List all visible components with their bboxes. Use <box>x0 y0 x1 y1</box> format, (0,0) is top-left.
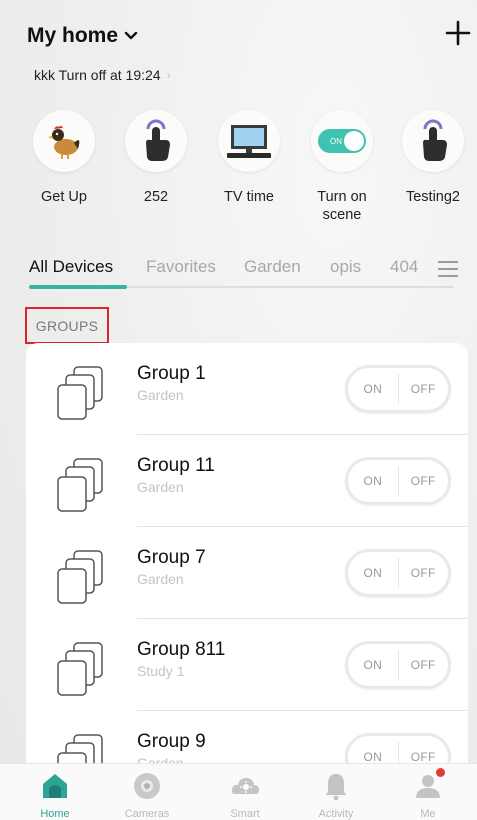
tab-404[interactable]: 404 <box>390 257 418 277</box>
group-icon <box>57 642 103 696</box>
nav-label: Activity <box>318 808 354 820</box>
scene-icon-circle <box>218 110 280 172</box>
group-room: Garden <box>137 571 184 587</box>
group-list: Group 1 Garden ON OFF Group 11 Garden ON… <box>26 343 468 763</box>
nav-cameras[interactable]: Cameras <box>107 764 187 820</box>
on-off-toggle: ON OFF <box>345 549 451 597</box>
off-button[interactable]: OFF <box>399 658 449 672</box>
section-title-groups: GROUPS <box>25 307 109 344</box>
nav-activity[interactable]: Activity <box>296 764 376 820</box>
group-row[interactable]: Group 1 Garden ON OFF <box>26 343 468 435</box>
bell-icon <box>325 774 347 801</box>
on-button[interactable]: ON <box>348 382 398 396</box>
scene-label: Turn on scene <box>317 189 367 223</box>
on-off-toggle: ON OFF <box>345 365 451 413</box>
camera-icon <box>134 773 160 799</box>
group-room: Garden <box>137 755 184 763</box>
home-name: My home <box>27 24 119 47</box>
scene-label: Get Up <box>41 189 87 205</box>
scene-shortcuts: Get Up 252 TV time ON Turn on scene Test… <box>0 110 477 240</box>
scene-252[interactable]: 252 <box>114 110 198 206</box>
scene-icon-circle <box>402 110 464 172</box>
scene-tv-time[interactable]: TV time <box>207 110 291 206</box>
group-name: Group 811 <box>137 639 226 660</box>
header: My home kkk Turn off at 19:24 › <box>0 0 477 100</box>
tap-hand-icon <box>146 119 170 161</box>
menu-icon[interactable] <box>437 260 459 278</box>
toggle-on-icon: ON <box>318 129 366 153</box>
group-name: Group 9 <box>137 731 206 752</box>
add-icon[interactable] <box>445 20 471 46</box>
room-tabs: All Devices Favorites Garden opis 404 <box>0 248 477 292</box>
toggle-on-text: ON <box>330 137 342 146</box>
nav-label: Home <box>40 808 70 820</box>
scene-icon-circle: ON <box>311 110 373 172</box>
automation-banner[interactable]: kkk Turn off at 19:24 › <box>34 67 171 83</box>
nav-smart[interactable]: Smart <box>205 764 285 820</box>
group-icon <box>57 366 103 420</box>
tab-all-devices[interactable]: All Devices <box>29 257 113 277</box>
scene-label: Testing2 <box>405 189 460 205</box>
group-name: Group 1 <box>137 363 206 384</box>
tab-opis[interactable]: opis <box>330 257 361 277</box>
nav-me[interactable]: Me <box>388 764 468 820</box>
tab-favorites[interactable]: Favorites <box>146 257 216 277</box>
group-row[interactable]: Group 11 Garden ON OFF <box>26 435 468 527</box>
on-off-toggle: ON OFF <box>345 733 451 763</box>
group-room: Garden <box>137 479 184 495</box>
scene-label: TV time <box>224 189 274 205</box>
smart-icon <box>231 778 259 794</box>
tab-garden[interactable]: Garden <box>244 257 301 277</box>
scene-get-up[interactable]: Get Up <box>22 110 106 206</box>
group-icon <box>57 550 103 604</box>
on-button[interactable]: ON <box>348 566 398 580</box>
group-name: Group 11 <box>137 455 215 476</box>
scene-icon-circle <box>33 110 95 172</box>
chevron-right-icon: › <box>166 68 171 82</box>
group-icon <box>57 734 103 763</box>
off-button[interactable]: OFF <box>399 750 449 763</box>
bottom-tab-bar: Home Cameras Smart Activity Me <box>0 763 477 820</box>
automation-text: kkk Turn off at 19:24 <box>34 67 161 83</box>
off-button[interactable]: OFF <box>399 566 449 580</box>
nav-label: Cameras <box>124 808 170 820</box>
tab-track <box>127 286 453 288</box>
tv-icon <box>227 125 271 158</box>
group-room: Garden <box>137 387 184 403</box>
chevron-down-icon <box>124 31 138 40</box>
nav-home[interactable]: Home <box>15 764 95 820</box>
active-tab-indicator <box>29 285 127 289</box>
off-button[interactable]: OFF <box>399 474 449 488</box>
on-off-toggle: ON OFF <box>345 457 451 505</box>
home-selector[interactable]: My home <box>27 24 138 48</box>
scene-turn-on[interactable]: ON Turn on scene <box>300 110 384 224</box>
group-icon <box>57 458 103 512</box>
home-icon <box>43 774 67 798</box>
nav-label: Smart <box>230 808 260 820</box>
scene-testing2[interactable]: Testing2 <box>391 110 475 206</box>
group-row[interactable]: Group 9 Garden ON OFF <box>26 711 468 763</box>
rooster-icon <box>48 125 80 159</box>
group-row[interactable]: Group 811 Study 1 ON OFF <box>26 619 468 711</box>
on-button[interactable]: ON <box>348 750 398 763</box>
notification-badge <box>436 768 445 777</box>
group-row[interactable]: Group 7 Garden ON OFF <box>26 527 468 619</box>
group-room: Study 1 <box>137 663 185 679</box>
on-button[interactable]: ON <box>348 658 398 672</box>
on-off-toggle: ON OFF <box>345 641 451 689</box>
off-button[interactable]: OFF <box>399 382 449 396</box>
nav-label: Me <box>420 808 436 820</box>
tap-hand-icon <box>423 119 447 161</box>
on-button[interactable]: ON <box>348 474 398 488</box>
scene-icon-circle <box>125 110 187 172</box>
group-name: Group 7 <box>137 547 206 568</box>
scene-label: 252 <box>143 189 169 205</box>
